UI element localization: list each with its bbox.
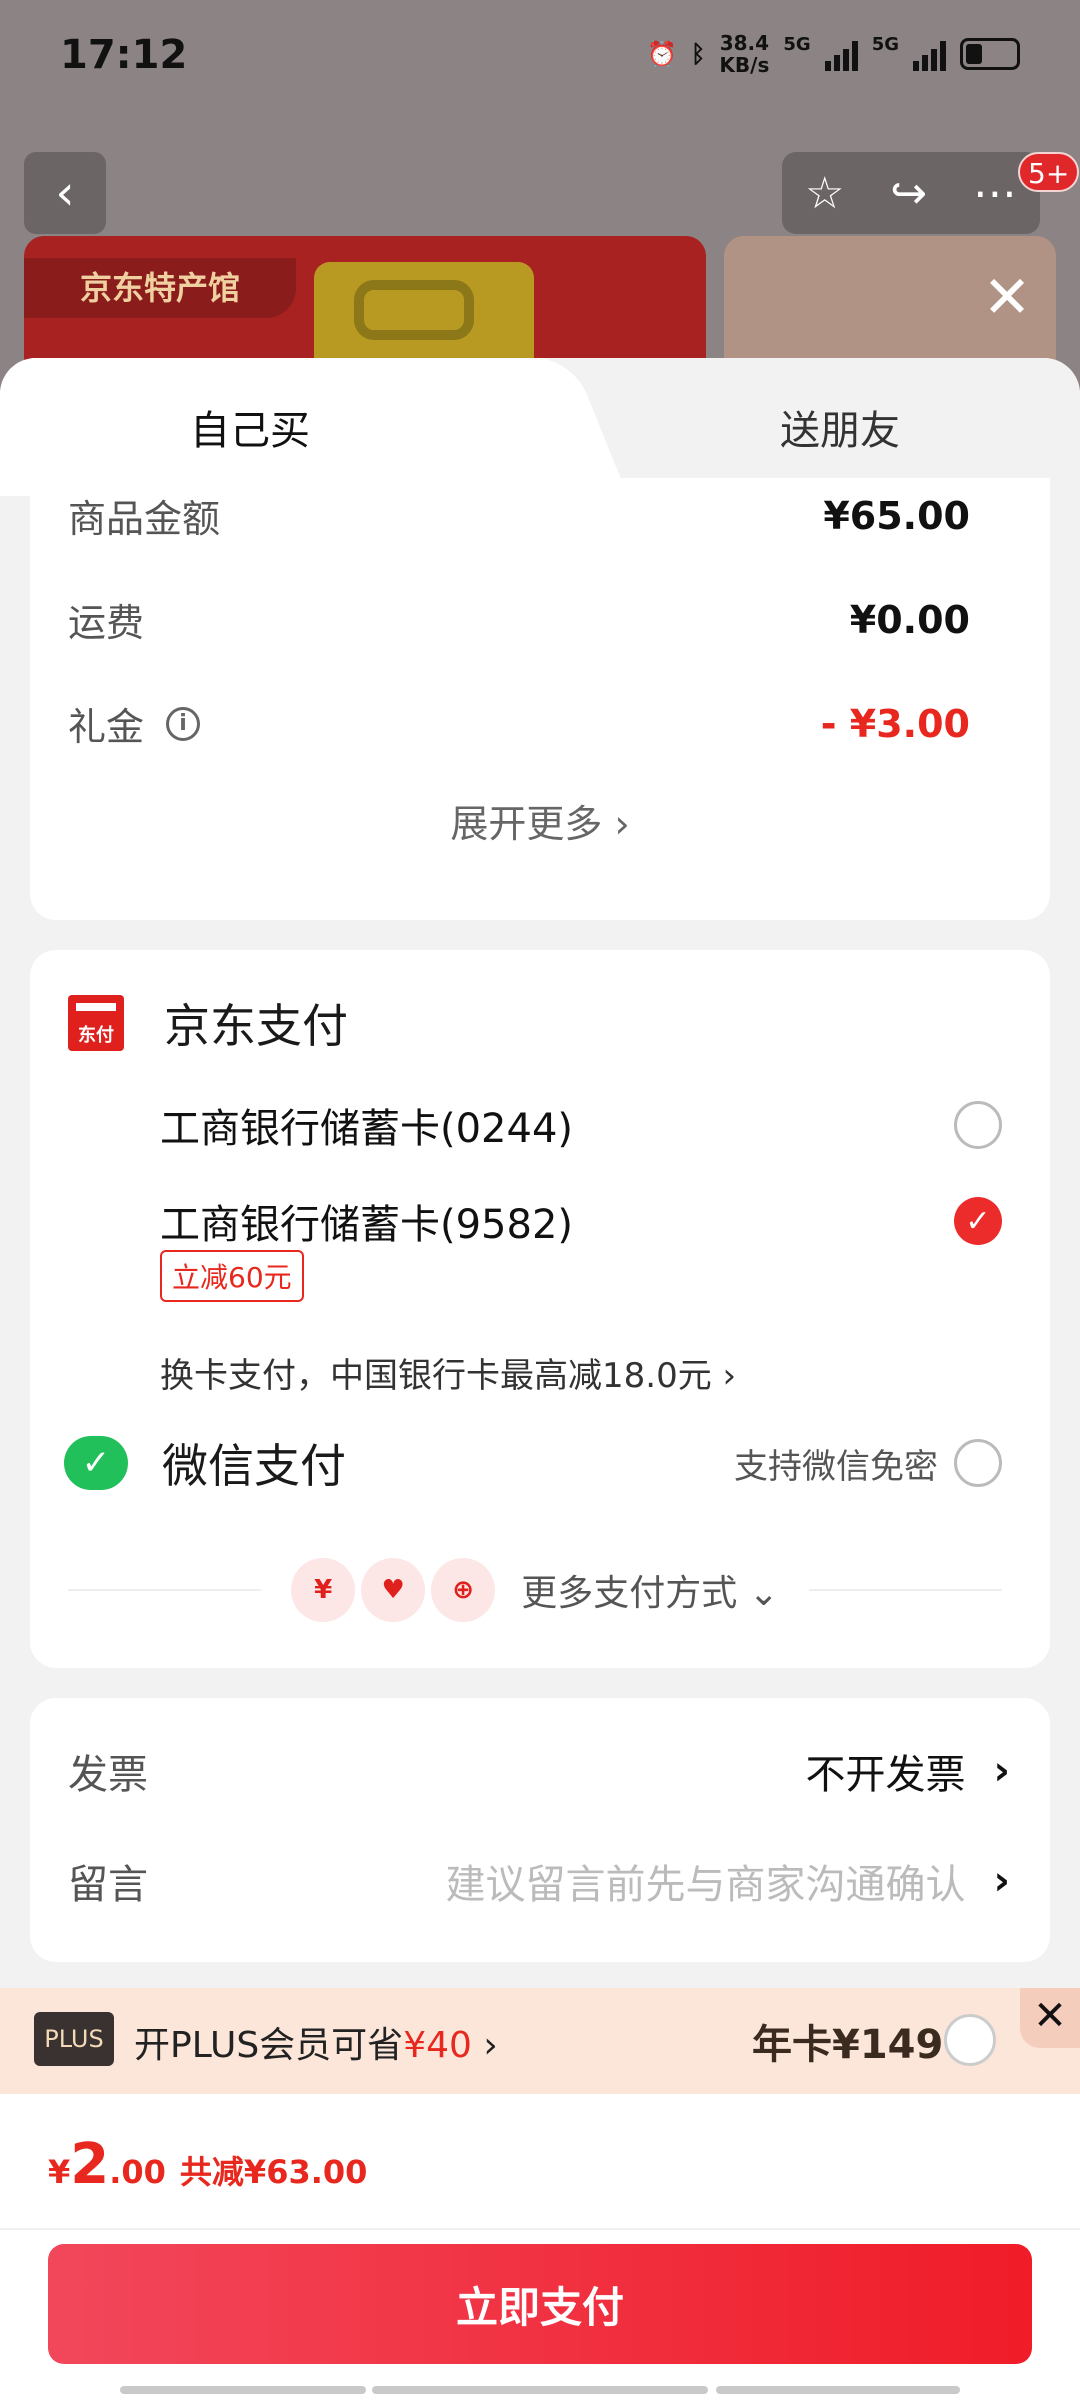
- wechat-pay-icon: ✓: [64, 1436, 128, 1490]
- jd-pay-header: 东付 京东支付: [68, 990, 348, 1056]
- wechat-pay-left: ✓ 微信支付: [64, 1430, 346, 1496]
- alarm-icon: ⏰: [647, 40, 678, 68]
- network-speed: 38.4 KB/s: [719, 32, 769, 76]
- summary-label-wrap: 礼金 i: [68, 696, 201, 751]
- summary-label: 商品金额: [68, 497, 221, 541]
- message-placeholder[interactable]: 建议留言前先与商家沟通确认: [446, 1852, 966, 1910]
- bank-card-name: 工商银行储蓄卡(9582): [160, 1202, 574, 1248]
- store-ribbon: 京东特产馆: [24, 258, 296, 318]
- more-payment-center: ¥ ♥ ⊕ 更多支付方式 ⌄: [261, 1558, 809, 1622]
- purchase-tabs: 自己买 送朋友: [0, 358, 1080, 496]
- jd-pay-title: 京东支付: [164, 999, 348, 1053]
- total-saved: 共减¥63.00: [179, 2153, 368, 2191]
- tab-gift-friend[interactable]: 送朋友: [600, 358, 1080, 496]
- message-row[interactable]: 留言 建议留言前先与商家沟通确认 ›: [68, 1852, 1010, 1910]
- radio-unchecked[interactable]: [954, 1439, 1002, 1487]
- total-amount: ¥ 2 .00 共减¥63.00: [48, 2132, 367, 2197]
- expand-more-button[interactable]: 展开更多 ›: [30, 793, 1050, 848]
- price-summary-card: 商品金额 ¥65.00 运费 ¥0.00 礼金 i - ¥3.00 展开更多 ›: [30, 478, 1050, 920]
- bank-card-option-0244[interactable]: 工商银行储蓄卡(0244): [160, 1096, 1002, 1154]
- summary-row-goods: 商品金额 ¥65.00: [68, 488, 970, 543]
- more-dots-icon[interactable]: ⋯: [973, 168, 1017, 219]
- close-icon[interactable]: ✕: [1020, 1988, 1080, 2048]
- info-icon[interactable]: i: [166, 706, 201, 741]
- summary-row-gift-money: 礼金 i - ¥3.00: [68, 696, 970, 751]
- pay-now-button[interactable]: 立即支付: [48, 2244, 1032, 2364]
- network-speed-value: 38.4: [719, 31, 770, 55]
- favorite-star-icon[interactable]: ☆: [805, 168, 844, 219]
- invoice-value-wrap: 不开发票 ›: [806, 1742, 1010, 1800]
- gesture-bar-segment: [372, 2386, 708, 2394]
- plus-promo-amount: ¥40: [403, 2025, 472, 2066]
- amount-integer: 2: [70, 2132, 110, 2197]
- more-payment-methods[interactable]: ¥ ♥ ⊕ 更多支付方式 ⌄: [68, 1550, 1002, 1630]
- summary-label: 运费: [68, 601, 145, 645]
- divider: [0, 2228, 1080, 2230]
- product-page-background: 17:12 ⏰ ᛒ 38.4 KB/s 5G 5G ‹ ☆ ↪ ⋯ 5+ 京东特…: [0, 0, 1080, 400]
- signal-icon-2: [913, 37, 946, 71]
- invoice-value: 不开发票: [805, 1752, 966, 1798]
- switch-card-link[interactable]: 换卡支付，中国银行卡最高减18.0元 ›: [160, 1348, 736, 1397]
- wechat-pay-title: 微信支付: [162, 1439, 346, 1493]
- wechat-password-free-label: 支持微信免密: [734, 1446, 938, 1487]
- plus-promo-chevron: ›: [471, 2025, 498, 2066]
- plus-promo-prefix: 开PLUS会员可省: [134, 2025, 404, 2066]
- digital-yuan-icon: ⊕: [431, 1558, 496, 1622]
- amount-decimal: .00: [109, 2153, 166, 2191]
- wechat-pay-right: 支持微信免密: [734, 1439, 1002, 1488]
- bank-card-name: 工商银行储蓄卡(0244): [160, 1106, 574, 1152]
- currency-symbol: ¥: [48, 2153, 71, 2191]
- jd-wallet-icon: ¥: [291, 1558, 356, 1622]
- notification-badge: 5+: [1018, 152, 1080, 192]
- wechat-pay-option[interactable]: ✓ 微信支付 支持微信免密: [64, 1430, 1002, 1496]
- network-type-1: 5G: [783, 33, 811, 55]
- summary-value: ¥0.00: [849, 597, 970, 642]
- more-payment-label: 更多支付方式 ⌄: [521, 1573, 779, 1614]
- gesture-bar-segment: [716, 2386, 960, 2394]
- radio-checked-icon[interactable]: ✓: [954, 1197, 1002, 1245]
- battery-icon: [960, 38, 1020, 70]
- payment-methods-card: 东付 京东支付 工商银行储蓄卡(0244) 工商银行储蓄卡(9582) ✓ 立减…: [30, 950, 1050, 1668]
- status-time: 17:12: [60, 32, 188, 78]
- radio-unchecked[interactable]: [954, 1101, 1002, 1149]
- network-speed-unit: KB/s: [719, 53, 770, 77]
- plus-promo-link[interactable]: 开PLUS会员可省¥40 ›: [134, 2016, 498, 2068]
- summary-value-discount: - ¥3.00: [820, 701, 970, 746]
- summary-row-shipping: 运费 ¥0.00: [68, 592, 970, 647]
- tab-gift-friend-label: 送朋友: [780, 408, 900, 454]
- network-type-2: 5G: [871, 33, 899, 55]
- chevron-left-icon: ‹: [55, 165, 75, 221]
- top-actions: ☆ ↪ ⋯: [782, 152, 1040, 234]
- plus-radio[interactable]: [944, 2014, 996, 2066]
- bluetooth-icon: ᛒ: [691, 40, 706, 68]
- signal-icon: [824, 37, 858, 71]
- invoice-label: 发票: [68, 1752, 148, 1798]
- bottom-pay-bar: ¥ 2 .00 共减¥63.00 立即支付: [0, 2094, 1080, 2400]
- share-icon[interactable]: ↪: [890, 168, 927, 219]
- plus-badge: PLUS: [34, 2012, 114, 2066]
- invoice-card: 发票 不开发票 › 留言 建议留言前先与商家沟通确认 ›: [30, 1698, 1050, 1962]
- message-label: 留言: [68, 1862, 148, 1908]
- summary-label: 礼金: [68, 705, 145, 749]
- invoice-row[interactable]: 发票 不开发票 ›: [68, 1742, 1010, 1800]
- status-icons: ⏰ ᛒ 38.4 KB/s 5G 5G: [647, 32, 1020, 76]
- plus-annual-price: 年卡¥149: [752, 2022, 944, 2068]
- jd-pay-icon: 东付: [68, 995, 124, 1051]
- plus-membership-bar: PLUS 开PLUS会员可省¥40 › 年卡¥149 ✕: [0, 1988, 1080, 2094]
- close-icon[interactable]: ✕: [972, 262, 1042, 332]
- tab-buy-self[interactable]: 自己买: [0, 358, 560, 496]
- chevron-right-icon: ›: [993, 1858, 1010, 1904]
- chevron-right-icon: ›: [993, 1748, 1010, 1794]
- message-value-wrap: 建议留言前先与商家沟通确认 ›: [446, 1852, 1010, 1910]
- discount-tag: 立减60元: [160, 1250, 304, 1302]
- gesture-bar-segment: [120, 2386, 366, 2394]
- tab-buy-self-label: 自己买: [190, 408, 310, 454]
- summary-value: ¥65.00: [823, 493, 970, 538]
- back-button[interactable]: ‹: [24, 152, 106, 234]
- heart-pay-icon: ♥: [361, 1558, 426, 1622]
- bank-card-option-9582[interactable]: 工商银行储蓄卡(9582) ✓: [160, 1192, 1002, 1250]
- status-bar: 17:12 ⏰ ᛒ 38.4 KB/s 5G 5G: [0, 0, 1080, 115]
